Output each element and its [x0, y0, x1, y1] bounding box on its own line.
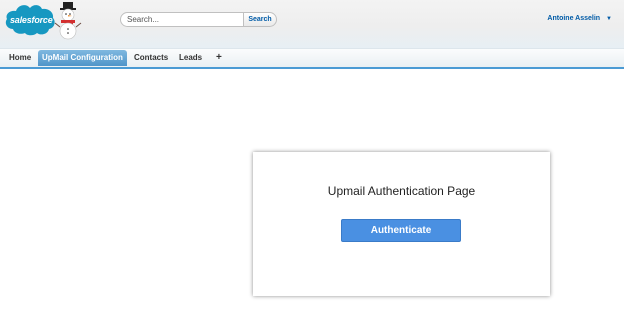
search-input[interactable] — [120, 12, 244, 27]
logo-wordmark: salesforce — [10, 15, 53, 25]
add-tab-icon[interactable]: + — [212, 51, 226, 65]
authenticate-button[interactable]: Authenticate — [341, 219, 461, 242]
user-menu[interactable]: Antoine Asselin ▼ — [547, 15, 612, 22]
tab-leads[interactable]: Leads — [175, 51, 206, 65]
chevron-down-icon: ▼ — [606, 15, 612, 22]
tab-upmail-configuration[interactable]: UpMail Configuration — [38, 50, 127, 66]
tab-contacts[interactable]: Contacts — [130, 51, 172, 65]
tab-bar: Home UpMail Configuration Contacts Leads… — [0, 48, 624, 69]
authentication-card: Upmail Authentication Page Authenticate — [253, 152, 550, 296]
snowman-mascot-icon — [54, 2, 82, 40]
search-button[interactable]: Search — [244, 12, 277, 27]
user-name: Antoine Asselin — [547, 15, 601, 22]
page-title: Upmail Authentication Page — [327, 184, 476, 198]
tab-home[interactable]: Home — [5, 51, 35, 65]
search-box: Search — [120, 12, 277, 27]
top-header: salesforce Search Antoine Asselin ▼ — [0, 0, 624, 48]
salesforce-logo[interactable]: salesforce — [3, 2, 85, 44]
